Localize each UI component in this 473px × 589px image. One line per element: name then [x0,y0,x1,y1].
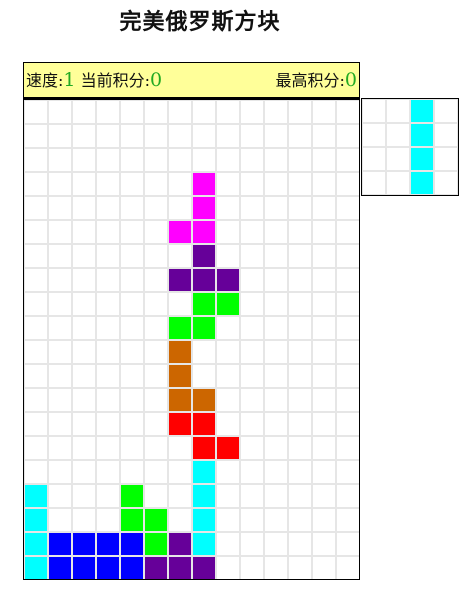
score-label: 当前积分: [80,71,150,90]
board-block [169,533,191,555]
board-block [217,293,239,315]
board-block [169,557,191,579]
board-block [169,365,191,387]
board-block [145,557,167,579]
board-block [193,245,215,267]
speed-label: 速度: [26,71,64,90]
board-block [193,557,215,579]
board-block [169,389,191,411]
board-block [169,221,191,243]
board-block [217,269,239,291]
board-block [193,221,215,243]
status-right: 最高积分:0 [276,67,358,91]
board-block [169,413,191,435]
board-block [193,293,215,315]
game-board[interactable] [23,98,360,580]
board-block [145,509,167,531]
board-block [25,533,47,555]
board-block [145,533,167,555]
board-block [169,317,191,339]
board-block [193,197,215,219]
high-score-label: 最高积分: [275,71,345,90]
board-block [193,413,215,435]
board-block [25,557,47,579]
high-score-value: 0 [344,69,357,91]
board-block [217,437,239,459]
board-block [121,509,143,531]
next-piece-block [411,172,433,194]
board-block [73,557,95,579]
board-block [169,341,191,363]
next-piece-block [411,148,433,170]
board-block [193,269,215,291]
next-piece-preview [361,98,459,196]
board-block [25,485,47,507]
board-block [49,533,71,555]
speed-value: 1 [63,69,76,91]
board-block [193,533,215,555]
board-block [121,533,143,555]
board-block [25,509,47,531]
board-block [193,389,215,411]
board-block [169,269,191,291]
score-value: 0 [150,69,163,91]
status-left: 速度:1 当前积分:0 [26,67,162,91]
board-block [193,509,215,531]
status-bar: 速度:1 当前积分:0 最高积分:0 [23,62,360,98]
board-block [193,437,215,459]
preview-grid [362,99,458,195]
board-block [97,557,119,579]
board-block [97,533,119,555]
board-block [193,485,215,507]
board-block [193,173,215,195]
board-block [121,557,143,579]
board-grid [24,100,359,579]
next-piece-block [411,100,433,122]
board-block [49,557,71,579]
game-title: 完美俄罗斯方块 [119,9,281,35]
board-block [193,461,215,483]
board-block [121,485,143,507]
next-piece-block [411,124,433,146]
board-block [73,533,95,555]
board-block [193,317,215,339]
